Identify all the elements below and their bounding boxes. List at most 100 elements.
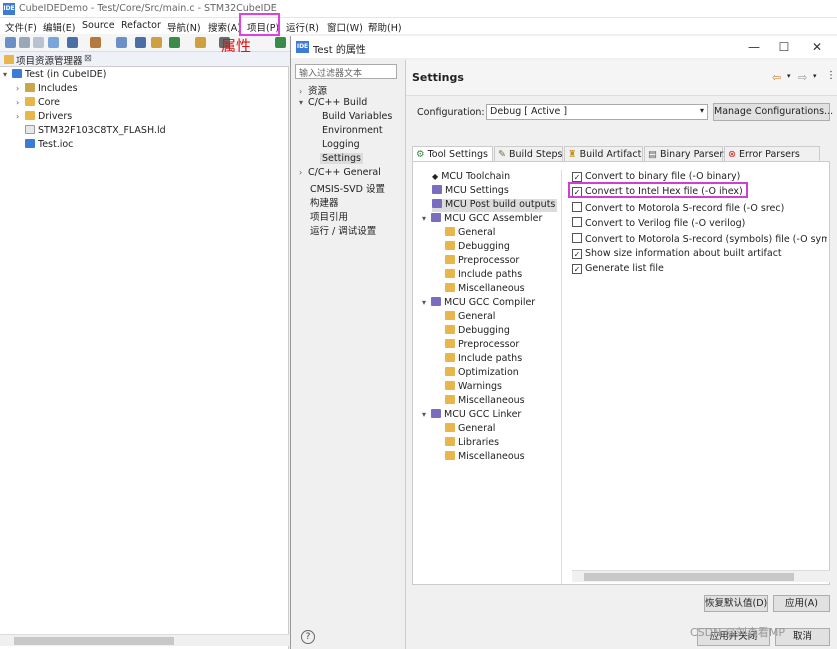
tree-drivers[interactable]: › Drivers — [16, 111, 72, 124]
binary-parsers-icon: ▤ — [648, 149, 657, 160]
menu-source[interactable]: Source — [82, 20, 115, 31]
folder-icon — [445, 241, 455, 250]
project-icon — [12, 69, 22, 78]
minimize-icon[interactable]: — — [746, 39, 762, 55]
tree-asm-debugging[interactable]: Debugging — [445, 241, 510, 254]
forward-arrow-icon[interactable]: ⇨ — [798, 71, 807, 84]
tree-mcu-gcc-assembler[interactable]: ▾ MCU GCC Assembler — [422, 213, 542, 226]
tree-ld-miscellaneous[interactable]: Miscellaneous — [445, 451, 525, 464]
tab-binary-parsers[interactable]: ▤ Binary Parsers — [644, 146, 728, 162]
tree-project[interactable]: ▾ Test (in CubeIDE) — [3, 69, 106, 82]
tree-asm-general[interactable]: General — [445, 227, 495, 240]
tree-mcu-gcc-compiler[interactable]: ▾ MCU GCC Compiler — [422, 297, 535, 310]
nav-item-cmsis-svd[interactable]: CMSIS-SVD 设置 — [310, 181, 385, 195]
chevron-down-icon[interactable]: ▾ — [787, 72, 791, 80]
build-icon[interactable] — [90, 37, 101, 48]
close-icon[interactable]: ⊠ — [84, 53, 92, 64]
tree-ioc-file[interactable]: Test.ioc — [25, 139, 73, 152]
nav-item-logging[interactable]: Logging — [322, 139, 360, 150]
nav-item-run-debug[interactable]: 运行 / 调试设置 — [310, 223, 376, 237]
debug-icon[interactable] — [151, 37, 162, 48]
nav-item-build-variables[interactable]: Build Variables — [322, 111, 392, 122]
tree-cc-general[interactable]: General — [445, 311, 495, 324]
copy-icon[interactable] — [48, 37, 59, 48]
manage-configurations-button[interactable]: Manage Configurations... — [713, 103, 833, 121]
tree-mcu-post-build[interactable]: MCU Post build outputs — [432, 199, 558, 212]
nav-item-settings[interactable]: Settings — [320, 153, 363, 164]
tab-error-parsers[interactable]: ⊗ Error Parsers — [724, 146, 820, 162]
apply-button[interactable]: 应用(A) — [773, 595, 830, 612]
scroll-thumb[interactable] — [584, 573, 794, 581]
settings-title: Settings — [412, 71, 464, 84]
options-hscrollbar[interactable] — [572, 570, 830, 582]
tab-tool-settings[interactable]: ⚙ Tool Settings — [412, 146, 493, 162]
tree-cc-debugging[interactable]: Debugging — [445, 325, 510, 338]
folder-open-icon[interactable] — [195, 37, 206, 48]
menu-window[interactable]: 窗口(W) — [327, 20, 363, 34]
tree-ld-general[interactable]: General — [445, 423, 495, 436]
maximize-icon[interactable]: ☐ — [776, 39, 792, 55]
option-size-info[interactable]: ✓ Show size information about built artif… — [572, 248, 782, 261]
close-icon[interactable]: ✕ — [809, 39, 825, 55]
tree-mcu-settings[interactable]: MCU Settings — [432, 185, 509, 198]
checkbox[interactable]: ✓ — [572, 264, 582, 274]
nav-divider[interactable] — [405, 60, 406, 649]
tree-includes[interactable]: › Includes — [16, 83, 78, 96]
tab-build-steps[interactable]: ✎ Build Steps — [494, 146, 563, 162]
checkbox[interactable]: ✓ — [572, 249, 582, 259]
chevron-down-icon[interactable]: ▾ — [813, 72, 817, 80]
tree-core[interactable]: › Core — [16, 97, 60, 110]
nav-item-resource[interactable]: › 资源 — [299, 83, 327, 97]
checkbox[interactable] — [572, 217, 582, 227]
target-icon[interactable] — [116, 37, 127, 48]
settings-icon[interactable] — [67, 37, 78, 48]
tree-mcu-toolchain[interactable]: ◆ MCU Toolchain — [432, 171, 510, 184]
new-icon[interactable] — [5, 37, 16, 48]
checkbox[interactable] — [572, 202, 582, 212]
nav-item-builders[interactable]: 构建器 — [310, 195, 339, 209]
menu-search[interactable]: 搜索(A) — [208, 20, 241, 34]
option-list-file[interactable]: ✓ Generate list file — [572, 263, 664, 276]
tree-ld-file[interactable]: STM32F103C8TX_FLASH.ld — [25, 125, 166, 138]
restore-defaults-button[interactable]: 恢复默认值(D) — [704, 595, 768, 612]
configuration-select[interactable]: Debug [ Active ] ▾ — [486, 104, 708, 120]
menu-navigate[interactable]: 导航(N) — [167, 20, 201, 34]
explorer-hscrollbar[interactable] — [0, 634, 289, 646]
option-srec-symbols[interactable]: Convert to Motorola S-record (symbols) f… — [572, 233, 827, 246]
menu-file[interactable]: 文件(F) — [5, 20, 37, 34]
tree-asm-include-paths[interactable]: Include paths — [445, 269, 522, 282]
save-icon[interactable] — [19, 37, 30, 48]
tree-ld-libraries[interactable]: Libraries — [445, 437, 499, 450]
save-all-icon[interactable] — [33, 37, 44, 48]
checkbox[interactable] — [572, 233, 582, 243]
nav-item-environment[interactable]: Environment — [322, 125, 383, 136]
tree-asm-miscellaneous[interactable]: Miscellaneous — [445, 283, 525, 296]
filter-input[interactable]: 输入过滤器文本 — [295, 64, 397, 79]
tree-cc-include-paths[interactable]: Include paths — [445, 353, 522, 366]
view-menu-icon[interactable]: ⋮ — [826, 70, 836, 81]
option-verilog[interactable]: Convert to Verilog file (-O verilog) — [572, 217, 745, 230]
tab-build-artifact[interactable]: ♜ Build Artifact — [564, 146, 643, 162]
menu-run[interactable]: 运行(R) — [286, 20, 319, 34]
help-icon[interactable]: ? — [301, 630, 315, 644]
gear-icon[interactable] — [275, 37, 286, 48]
nav-item-project-references[interactable]: 项目引用 — [310, 209, 348, 223]
console-icon[interactable] — [135, 37, 146, 48]
tree-asm-preprocessor[interactable]: Preprocessor — [445, 255, 519, 268]
tree-cc-preprocessor[interactable]: Preprocessor — [445, 339, 519, 352]
menu-help[interactable]: 帮助(H) — [368, 20, 402, 34]
tree-cc-warnings[interactable]: Warnings — [445, 381, 502, 394]
scroll-thumb[interactable] — [14, 637, 174, 645]
folder-icon — [445, 381, 455, 390]
tree-cc-optimization[interactable]: Optimization — [445, 367, 519, 380]
menu-refactor[interactable]: Refactor — [121, 20, 161, 31]
back-arrow-icon[interactable]: ⇦ — [772, 71, 781, 84]
run-icon[interactable] — [169, 37, 180, 48]
tree-mcu-gcc-linker[interactable]: ▾ MCU GCC Linker — [422, 409, 521, 422]
nav-item-cpp-general[interactable]: › C/C++ General — [299, 167, 381, 178]
menu-edit[interactable]: 编辑(E) — [43, 20, 75, 34]
checkbox[interactable]: ✓ — [572, 172, 582, 182]
nav-item-cpp-build[interactable]: ▾ C/C++ Build — [299, 97, 367, 108]
option-srec[interactable]: Convert to Motorola S-record file (-O sr… — [572, 202, 784, 215]
tree-cc-miscellaneous[interactable]: Miscellaneous — [445, 395, 525, 408]
